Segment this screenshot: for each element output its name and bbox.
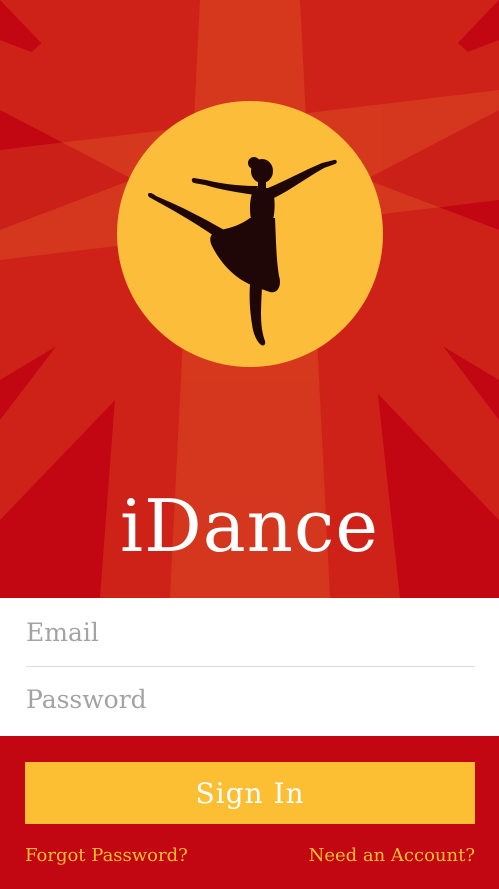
app-title: iDance [120,484,379,568]
field-divider [26,666,475,667]
login-form [0,598,499,736]
need-account-link[interactable]: Need an Account? [309,843,475,869]
sign-in-button[interactable]: Sign In [25,762,475,824]
email-input[interactable] [26,605,475,659]
password-input[interactable] [26,672,475,726]
login-screen: iDance Sign In Forgot Password? Need an … [0,0,499,889]
forgot-password-link[interactable]: Forgot Password? [25,843,188,869]
hero-banner: iDance [0,0,499,598]
